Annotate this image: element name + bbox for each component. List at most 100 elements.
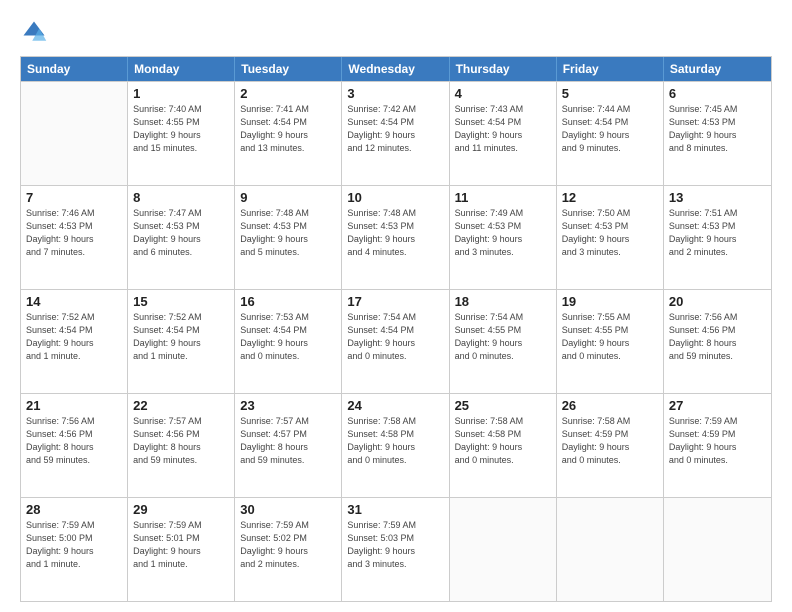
calendar-header-friday: Friday (557, 57, 664, 81)
day-number: 29 (133, 502, 229, 517)
calendar-day-20: 20 Sunrise: 7:56 AM Sunset: 4:56 PM Dayli… (664, 290, 771, 393)
day-info: Sunrise: 7:59 AM Sunset: 4:59 PM Dayligh… (669, 415, 766, 467)
calendar-day-22: 22 Sunrise: 7:57 AM Sunset: 4:56 PM Dayli… (128, 394, 235, 497)
day-number: 10 (347, 190, 443, 205)
day-number: 26 (562, 398, 658, 413)
calendar-body: 1 Sunrise: 7:40 AM Sunset: 4:55 PM Daylig… (21, 81, 771, 601)
calendar-header-monday: Monday (128, 57, 235, 81)
calendar-day-8: 8 Sunrise: 7:47 AM Sunset: 4:53 PM Daylig… (128, 186, 235, 289)
day-info: Sunrise: 7:41 AM Sunset: 4:54 PM Dayligh… (240, 103, 336, 155)
calendar-day-31: 31 Sunrise: 7:59 AM Sunset: 5:03 PM Dayli… (342, 498, 449, 601)
day-number: 13 (669, 190, 766, 205)
day-number: 11 (455, 190, 551, 205)
day-info: Sunrise: 7:59 AM Sunset: 5:02 PM Dayligh… (240, 519, 336, 571)
day-number: 20 (669, 294, 766, 309)
calendar-day-11: 11 Sunrise: 7:49 AM Sunset: 4:53 PM Dayli… (450, 186, 557, 289)
day-number: 15 (133, 294, 229, 309)
day-info: Sunrise: 7:57 AM Sunset: 4:56 PM Dayligh… (133, 415, 229, 467)
day-number: 4 (455, 86, 551, 101)
calendar-week-3: 14Sunrise: 7:52 AM Sunset: 4:54 PM Dayli… (21, 289, 771, 393)
calendar-day-7: 7 Sunrise: 7:46 AM Sunset: 4:53 PM Daylig… (21, 186, 128, 289)
day-info: Sunrise: 7:50 AM Sunset: 4:53 PM Dayligh… (562, 207, 658, 259)
calendar-week-1: 1 Sunrise: 7:40 AM Sunset: 4:55 PM Daylig… (21, 81, 771, 185)
day-info: Sunrise: 7:59 AM Sunset: 5:01 PM Dayligh… (133, 519, 229, 571)
day-number: 30 (240, 502, 336, 517)
calendar-week-4: 21 Sunrise: 7:56 AM Sunset: 4:56 PM Dayli… (21, 393, 771, 497)
day-info: Sunrise: 7:56 AM Sunset: 4:56 PM Dayligh… (669, 311, 766, 363)
day-number: 25 (455, 398, 551, 413)
calendar-header-sunday: Sunday (21, 57, 128, 81)
calendar-day-25: 25 Sunrise: 7:58 AM Sunset: 4:58 PM Dayli… (450, 394, 557, 497)
day-number: 19 (562, 294, 658, 309)
day-number: 16 (240, 294, 336, 309)
day-number: 3 (347, 86, 443, 101)
calendar-day-16: 16 Sunrise: 7:53 AM Sunset: 4:54 PM Dayli… (235, 290, 342, 393)
day-info: Sunrise: 7:42 AM Sunset: 4:54 PM Dayligh… (347, 103, 443, 155)
calendar-day-empty (450, 498, 557, 601)
day-info: Sunrise: 7:54 AM Sunset: 4:55 PM Dayligh… (455, 311, 551, 363)
day-number: 5 (562, 86, 658, 101)
calendar-day-empty (557, 498, 664, 601)
day-info: Sunrise: 7:43 AM Sunset: 4:54 PM Dayligh… (455, 103, 551, 155)
calendar-day-10: 10Sunrise: 7:48 AM Sunset: 4:53 PM Dayli… (342, 186, 449, 289)
day-number: 1 (133, 86, 229, 101)
calendar-day-19: 19 Sunrise: 7:55 AM Sunset: 4:55 PM Dayli… (557, 290, 664, 393)
day-info: Sunrise: 7:58 AM Sunset: 4:58 PM Dayligh… (347, 415, 443, 467)
calendar-day-4: 4 Sunrise: 7:43 AM Sunset: 4:54 PM Daylig… (450, 82, 557, 185)
day-info: Sunrise: 7:57 AM Sunset: 4:57 PM Dayligh… (240, 415, 336, 467)
calendar-day-13: 13 Sunrise: 7:51 AM Sunset: 4:53 PM Dayli… (664, 186, 771, 289)
day-info: Sunrise: 7:47 AM Sunset: 4:53 PM Dayligh… (133, 207, 229, 259)
calendar-day-17: 17Sunrise: 7:54 AM Sunset: 4:54 PM Dayli… (342, 290, 449, 393)
day-info: Sunrise: 7:46 AM Sunset: 4:53 PM Dayligh… (26, 207, 122, 259)
day-number: 24 (347, 398, 443, 413)
calendar-day-empty (664, 498, 771, 601)
calendar-day-24: 24 Sunrise: 7:58 AM Sunset: 4:58 PM Dayli… (342, 394, 449, 497)
day-number: 22 (133, 398, 229, 413)
calendar-day-3: 3 Sunrise: 7:42 AM Sunset: 4:54 PM Daylig… (342, 82, 449, 185)
calendar-day-1: 1 Sunrise: 7:40 AM Sunset: 4:55 PM Daylig… (128, 82, 235, 185)
logo-icon (20, 18, 48, 46)
day-info: Sunrise: 7:52 AM Sunset: 4:54 PM Dayligh… (26, 311, 122, 363)
day-number: 18 (455, 294, 551, 309)
day-number: 8 (133, 190, 229, 205)
calendar-day-9: 9Sunrise: 7:48 AM Sunset: 4:53 PM Daylig… (235, 186, 342, 289)
day-number: 12 (562, 190, 658, 205)
calendar-header-saturday: Saturday (664, 57, 771, 81)
day-info: Sunrise: 7:58 AM Sunset: 4:58 PM Dayligh… (455, 415, 551, 467)
calendar-day-27: 27 Sunrise: 7:59 AM Sunset: 4:59 PM Dayli… (664, 394, 771, 497)
calendar-day-15: 15 Sunrise: 7:52 AM Sunset: 4:54 PM Dayli… (128, 290, 235, 393)
day-info: Sunrise: 7:40 AM Sunset: 4:55 PM Dayligh… (133, 103, 229, 155)
calendar-day-2: 2 Sunrise: 7:41 AM Sunset: 4:54 PM Daylig… (235, 82, 342, 185)
calendar-header-tuesday: Tuesday (235, 57, 342, 81)
day-number: 9 (240, 190, 336, 205)
logo (20, 18, 50, 46)
calendar-day-6: 6Sunrise: 7:45 AM Sunset: 4:53 PM Daylig… (664, 82, 771, 185)
calendar-week-5: 28Sunrise: 7:59 AM Sunset: 5:00 PM Dayli… (21, 497, 771, 601)
day-info: Sunrise: 7:59 AM Sunset: 5:03 PM Dayligh… (347, 519, 443, 571)
day-info: Sunrise: 7:49 AM Sunset: 4:53 PM Dayligh… (455, 207, 551, 259)
day-number: 7 (26, 190, 122, 205)
calendar-header-row: SundayMondayTuesdayWednesdayThursdayFrid… (21, 57, 771, 81)
calendar-day-26: 26Sunrise: 7:58 AM Sunset: 4:59 PM Dayli… (557, 394, 664, 497)
day-number: 27 (669, 398, 766, 413)
day-info: Sunrise: 7:54 AM Sunset: 4:54 PM Dayligh… (347, 311, 443, 363)
day-info: Sunrise: 7:55 AM Sunset: 4:55 PM Dayligh… (562, 311, 658, 363)
calendar-day-29: 29 Sunrise: 7:59 AM Sunset: 5:01 PM Dayli… (128, 498, 235, 601)
calendar-header-wednesday: Wednesday (342, 57, 449, 81)
calendar-header-thursday: Thursday (450, 57, 557, 81)
day-number: 2 (240, 86, 336, 101)
day-number: 21 (26, 398, 122, 413)
calendar-day-14: 14Sunrise: 7:52 AM Sunset: 4:54 PM Dayli… (21, 290, 128, 393)
calendar-day-12: 12 Sunrise: 7:50 AM Sunset: 4:53 PM Dayli… (557, 186, 664, 289)
day-info: Sunrise: 7:45 AM Sunset: 4:53 PM Dayligh… (669, 103, 766, 155)
calendar-day-18: 18 Sunrise: 7:54 AM Sunset: 4:55 PM Dayli… (450, 290, 557, 393)
calendar-day-21: 21 Sunrise: 7:56 AM Sunset: 4:56 PM Dayli… (21, 394, 128, 497)
page: SundayMondayTuesdayWednesdayThursdayFrid… (0, 0, 792, 612)
day-info: Sunrise: 7:56 AM Sunset: 4:56 PM Dayligh… (26, 415, 122, 467)
calendar: SundayMondayTuesdayWednesdayThursdayFrid… (20, 56, 772, 602)
day-number: 31 (347, 502, 443, 517)
day-number: 28 (26, 502, 122, 517)
day-info: Sunrise: 7:52 AM Sunset: 4:54 PM Dayligh… (133, 311, 229, 363)
day-info: Sunrise: 7:51 AM Sunset: 4:53 PM Dayligh… (669, 207, 766, 259)
day-info: Sunrise: 7:53 AM Sunset: 4:54 PM Dayligh… (240, 311, 336, 363)
